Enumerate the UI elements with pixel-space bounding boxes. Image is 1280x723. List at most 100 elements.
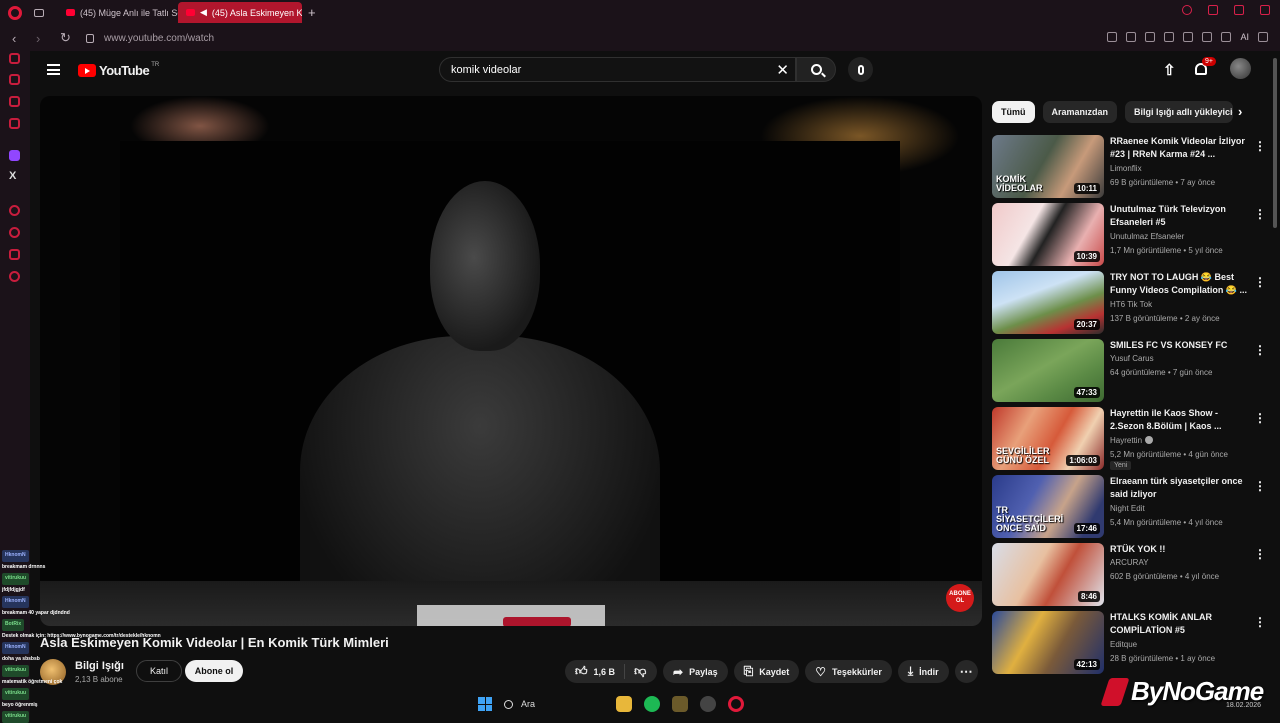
video-thumbnail[interactable]: 20:37 [992, 271, 1104, 334]
more-vertical-icon[interactable]: ⋮ [1254, 207, 1266, 221]
sidebar-player-icon[interactable] [9, 205, 20, 216]
chip-from-search[interactable]: Aramanızdan [1042, 101, 1118, 123]
search-tabs-icon[interactable] [1182, 5, 1192, 15]
upload-icon[interactable]: ⇧ [1163, 61, 1176, 79]
easy-setup-icon[interactable] [1258, 32, 1268, 42]
sidebar-history-icon[interactable] [9, 227, 20, 238]
list-item[interactable]: SEVGİLİLER GÜNÜ ÖZEL 1:06:03 Hayrettin i… [992, 407, 1266, 475]
menu-icon[interactable] [47, 64, 60, 75]
sidebar-instagram-icon[interactable] [9, 118, 20, 129]
subscribe-watermark-badge[interactable]: ABONE OL [946, 584, 974, 612]
account-avatar[interactable] [1230, 58, 1251, 79]
opera-logo-icon[interactable] [8, 5, 22, 20]
join-button[interactable]: Katıl [136, 660, 182, 682]
list-item[interactable]: 20:37 TRY NOT TO LAUGH 😂 Best Funny Vide… [992, 271, 1266, 339]
close-icon[interactable] [1260, 5, 1270, 15]
video-title[interactable]: SMILES FC VS KONSEY FC [1110, 339, 1248, 352]
file-explorer-icon[interactable] [616, 696, 632, 712]
more-vertical-icon[interactable]: ⋮ [1254, 615, 1266, 629]
video-title[interactable]: TRY NOT TO LAUGH 😂 Best Funny Videos Com… [1110, 271, 1248, 297]
chip-from-uploader[interactable]: Bilgi Işığı adlı yükleyiciden [1125, 101, 1234, 123]
app-icon[interactable] [672, 696, 688, 712]
spotify-icon[interactable] [644, 696, 660, 712]
search-button[interactable] [796, 57, 836, 82]
download-icon[interactable] [1221, 32, 1232, 42]
url-field[interactable]: www.youtube.com/watch [104, 33, 214, 44]
channel-name[interactable]: Yusuf Carus [1110, 354, 1154, 363]
list-item[interactable]: 42:13 HTALKS KOMİK ANLAR COMPİLATİON #5 … [992, 611, 1266, 679]
sidebar-x-icon[interactable]: X [9, 170, 16, 182]
maximize-icon[interactable] [1234, 5, 1244, 15]
back-icon[interactable]: ‹ [12, 31, 24, 46]
search-input[interactable] [451, 63, 751, 76]
new-tab-icon[interactable]: + [308, 5, 316, 20]
sidebar-crypto-icon[interactable] [9, 74, 20, 85]
chevron-right-icon[interactable]: › [1238, 104, 1242, 119]
channel-name[interactable]: HT6 Tik Tok [1110, 300, 1152, 309]
adblock-icon[interactable] [1145, 32, 1156, 42]
sidebar-twitch-icon[interactable] [9, 150, 20, 161]
channel-name[interactable]: Unutulmaz Efsaneler [1110, 232, 1184, 241]
list-item[interactable]: 8:46 RTÜK YOK !! ARCURAY 602 B görüntüle… [992, 543, 1266, 611]
video-title[interactable]: RTÜK YOK !! [1110, 543, 1248, 556]
forward-icon[interactable]: › [36, 31, 48, 46]
more-vertical-icon[interactable]: ⋮ [1254, 547, 1266, 561]
sidebar-messenger-icon[interactable] [9, 96, 20, 107]
more-vertical-icon[interactable]: ⋮ [1254, 479, 1266, 493]
windows-start-icon[interactable] [478, 697, 492, 711]
youtube-logo[interactable]: YouTube TR [78, 62, 159, 78]
video-title[interactable]: Elraeann türk siyasetçiler once said izl… [1110, 475, 1248, 501]
video-thumbnail[interactable]: 10:39 [992, 203, 1104, 266]
list-item[interactable]: KOMİK VİDEOLAR 10:11 RRaenee Komik Video… [992, 135, 1266, 203]
video-player[interactable]: ABONE OL [40, 96, 982, 626]
list-item[interactable]: 47:33 SMILES FC VS KONSEY FC Yusuf Carus… [992, 339, 1266, 407]
video-thumbnail[interactable]: 42:13 [992, 611, 1104, 674]
sidebar-settings-icon[interactable] [9, 271, 20, 282]
more-vertical-icon[interactable]: ⋮ [1254, 343, 1266, 357]
tab-menu-icon[interactable] [34, 8, 44, 17]
video-thumbnail[interactable]: 8:46 [992, 543, 1104, 606]
channel-name[interactable]: Hayrettin [1110, 436, 1154, 445]
more-vertical-icon[interactable]: ⋮ [1254, 275, 1266, 289]
channel-name[interactable]: Night Edit [1110, 504, 1145, 513]
heart-icon[interactable] [1183, 32, 1194, 42]
profile-icon[interactable] [1202, 32, 1213, 42]
tab-asla-eskimeyen[interactable]: ◀ (45) Asla Eskimeyen Komik [178, 2, 302, 23]
minimize-icon[interactable] [1208, 5, 1218, 15]
more-actions-button[interactable]: ⋯ [954, 660, 978, 683]
bookmark-icon[interactable] [1107, 32, 1118, 42]
channel-name[interactable]: Limonflix [1110, 164, 1142, 173]
video-title[interactable]: Hayrettin ile Kaos Show - 2.Sezon 8.Bölü… [1110, 407, 1248, 433]
channel-name[interactable]: Editque [1110, 640, 1137, 649]
download-button[interactable]: ⤓ İndir [897, 660, 949, 683]
save-button[interactable]: ⎘ Kaydet [733, 660, 800, 683]
chip-all[interactable]: Tümü [992, 101, 1035, 123]
like-button[interactable]: 👍︎ 1,6 B [565, 664, 626, 679]
page-scrollbar[interactable] [1273, 58, 1277, 228]
voice-search-button[interactable] [848, 57, 873, 82]
obs-icon[interactable] [700, 696, 716, 712]
video-thumbnail[interactable]: KOMİK VİDEOLAR 10:11 [992, 135, 1104, 198]
more-vertical-icon[interactable]: ⋮ [1254, 411, 1266, 425]
channel-name[interactable]: ARCURAY [1110, 558, 1149, 567]
video-thumbnail[interactable]: TR SİYASETÇİLERİ ONCE SAID 17:46 [992, 475, 1104, 538]
snapshot-icon[interactable] [1126, 32, 1137, 42]
player-icon[interactable] [1164, 32, 1175, 42]
opera-taskbar-icon[interactable] [728, 696, 744, 712]
list-item[interactable]: 10:39 Unutulmaz Türk Televizyon Efsanele… [992, 203, 1266, 271]
speaker-icon[interactable]: ◀ [200, 7, 207, 18]
reload-icon[interactable]: ↻ [60, 30, 72, 46]
tab-muge-anli[interactable]: (45) Müge Anlı ile Tatlı Sert [58, 2, 178, 23]
video-title[interactable]: RRaenee Komik Videolar İzliyor #23 | RRe… [1110, 135, 1248, 161]
more-vertical-icon[interactable]: ⋮ [1254, 139, 1266, 153]
sidebar-extensions-icon[interactable] [9, 249, 20, 260]
thanks-button[interactable]: ♡ Teşekkürler [805, 660, 892, 683]
video-thumbnail[interactable]: 47:33 [992, 339, 1104, 402]
video-title[interactable]: Unutulmaz Türk Televizyon Efsaneleri #5 [1110, 203, 1248, 229]
thumbs-down-icon[interactable]: 👎︎ [625, 664, 646, 679]
video-title[interactable]: HTALKS KOMİK ANLAR COMPİLATİON #5 [1110, 611, 1248, 637]
taskbar-search[interactable]: Ara [504, 699, 604, 709]
aria-ai-button[interactable]: AI [1240, 32, 1249, 42]
share-button[interactable]: ➦ Paylaş [663, 660, 728, 683]
sidebar-aria-icon[interactable] [9, 53, 20, 64]
